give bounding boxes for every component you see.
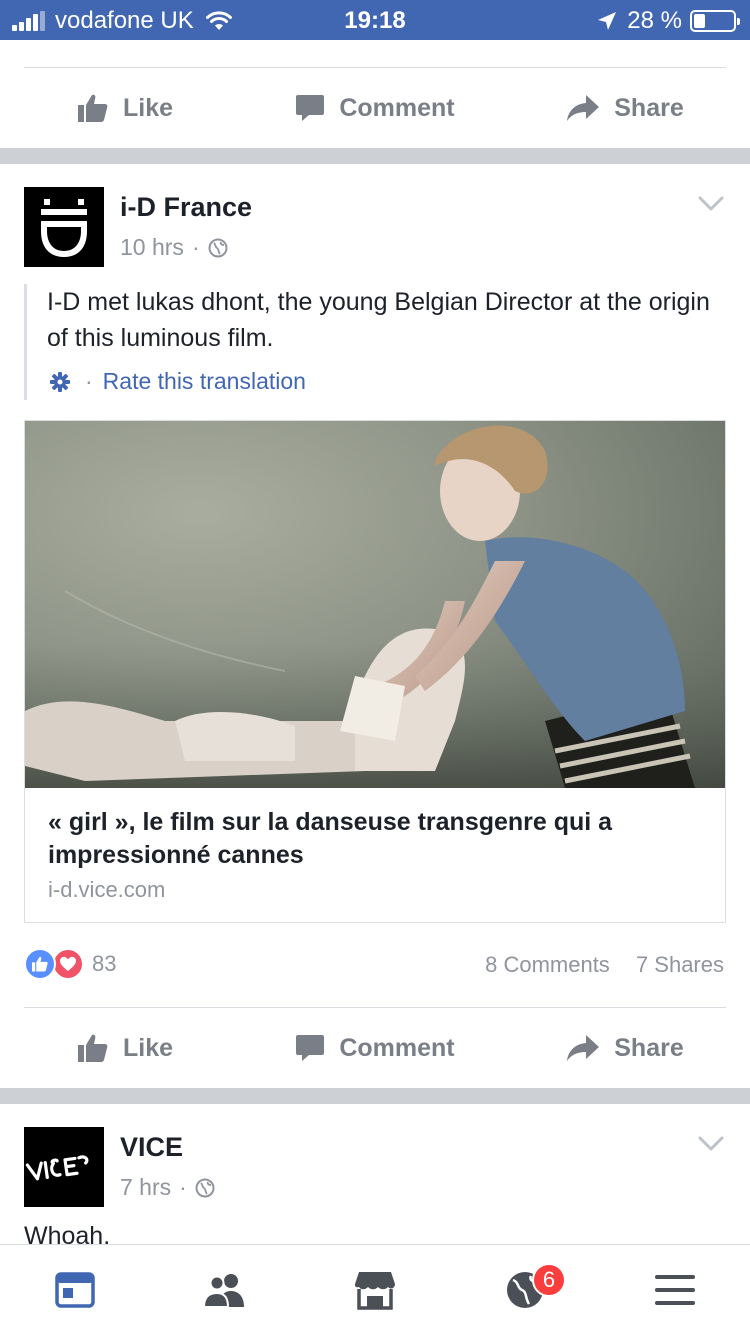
post-meta: 7 hrs · — [120, 1174, 215, 1201]
tab-marketplace[interactable] — [300, 1245, 450, 1334]
post-author[interactable]: VICE — [120, 1132, 183, 1163]
menu-icon — [655, 1274, 695, 1305]
link-domain: i-d.vice.com — [48, 877, 166, 902]
post-text: I-D met lukas dhont, the young Belgian D… — [47, 288, 710, 352]
comment-label: Comment — [339, 1033, 455, 1062]
like-label: Like — [122, 1033, 174, 1062]
tab-news-feed[interactable] — [0, 1245, 150, 1334]
translated-post-text: I-D met lukas dhont, the young Belgian D… — [24, 284, 724, 400]
like-reaction-icon — [24, 948, 56, 980]
like-button[interactable]: Like — [0, 70, 250, 146]
meta-separator: · — [191, 234, 200, 260]
feed-separator — [0, 1088, 750, 1104]
post-meta: 10 hrs · — [120, 234, 228, 261]
avatar[interactable] — [24, 1127, 104, 1207]
battery-icon — [690, 10, 740, 32]
divider — [24, 1007, 726, 1008]
share-button[interactable]: Share — [500, 70, 750, 146]
rate-separator: · — [85, 368, 93, 394]
chevron-down-icon[interactable] — [698, 196, 724, 212]
marketplace-icon — [355, 1271, 395, 1310]
love-reaction-icon — [52, 948, 84, 980]
post-time[interactable]: 10 hrs — [120, 234, 184, 261]
tab-notifications[interactable]: 6 — [450, 1245, 600, 1334]
friends-icon — [202, 1273, 244, 1308]
reactions-summary[interactable]: 83 — [24, 948, 116, 980]
globe-icon — [195, 1178, 215, 1197]
tab-friends[interactable] — [150, 1245, 300, 1334]
gear-icon[interactable] — [49, 371, 71, 393]
link-preview-card[interactable]: « girl », le film sur la danseuse transg… — [24, 420, 726, 923]
avatar[interactable] — [24, 187, 104, 267]
previous-post-action-bar: Like Comment Share — [0, 70, 750, 146]
share-label: Share — [614, 1033, 684, 1062]
share-arrow-icon — [567, 1035, 600, 1061]
chevron-down-icon[interactable] — [698, 1136, 724, 1152]
thumbs-up-icon — [77, 94, 108, 122]
status-bar: vodafone UK 19:18 28 % — [0, 0, 750, 40]
news-feed-icon — [55, 1271, 95, 1308]
rate-translation-row: · Rate this translation — [49, 368, 306, 395]
rate-translation-link[interactable]: Rate this translation — [103, 368, 306, 395]
share-button[interactable]: Share — [500, 1010, 750, 1086]
post-action-bar: Like Comment Share — [0, 1010, 750, 1086]
engagement-counts: 8 Comments 7 Shares — [485, 952, 724, 978]
post-time[interactable]: 7 hrs — [120, 1174, 171, 1201]
comment-button[interactable]: Comment — [250, 70, 500, 146]
id-logo — [41, 199, 87, 257]
reaction-count: 83 — [92, 951, 117, 976]
thumbs-up-icon — [77, 1034, 108, 1062]
like-label: Like — [122, 93, 174, 122]
vice-logo — [25, 1155, 89, 1181]
battery-info: 28 % — [597, 7, 740, 35]
comment-bubble-icon — [296, 1035, 325, 1061]
comment-label: Comment — [339, 93, 455, 122]
link-preview-image — [25, 421, 725, 788]
comments-count-link[interactable]: 8 Comments — [485, 952, 610, 977]
bottom-tab-bar: 6 — [0, 1244, 750, 1334]
comment-bubble-icon — [296, 95, 325, 121]
globe-icon — [208, 238, 228, 257]
like-button[interactable]: Like — [0, 1010, 250, 1086]
shares-count-link[interactable]: 7 Shares — [636, 952, 724, 977]
tab-menu[interactable] — [600, 1245, 750, 1334]
comment-button[interactable]: Comment — [250, 1010, 500, 1086]
share-arrow-icon — [567, 95, 600, 121]
link-title[interactable]: « girl », le film sur la danseuse transg… — [48, 806, 708, 872]
notifications-badge: 6 — [532, 1263, 566, 1297]
battery-percent: 28 % — [627, 7, 682, 34]
feed-separator — [0, 148, 750, 164]
location-arrow-icon — [598, 12, 617, 30]
meta-separator: · — [179, 1174, 187, 1200]
post-author[interactable]: i-D France — [120, 192, 252, 223]
divider — [24, 67, 726, 68]
share-label: Share — [614, 93, 684, 122]
